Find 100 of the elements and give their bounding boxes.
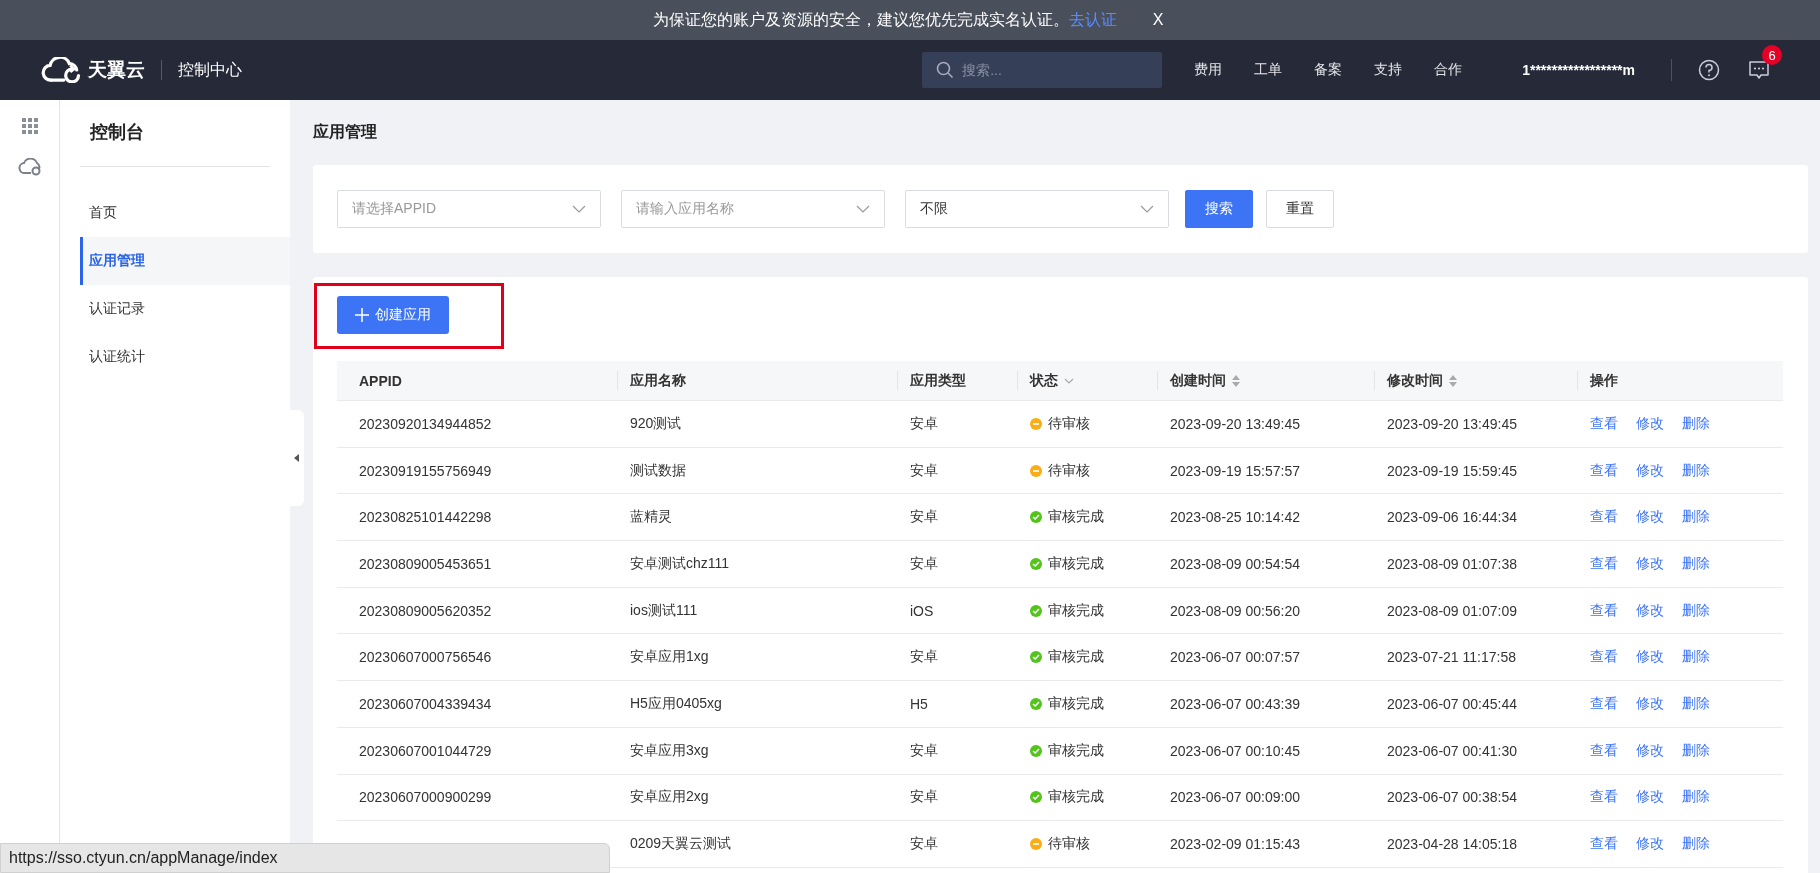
sidebar-item[interactable]: 认证统计 <box>60 333 290 381</box>
table-cell: 2023-06-07 00:45:44 <box>1387 695 1517 712</box>
column-header: 修改时间 <box>1374 371 1577 390</box>
nav-link[interactable]: 备案 <box>1314 61 1343 79</box>
chevron-down-icon <box>1140 205 1154 213</box>
action-link[interactable]: 删除 <box>1682 601 1710 620</box>
table-cell: 测试数据 <box>630 461 686 480</box>
action-link[interactable]: 查看 <box>1590 601 1618 620</box>
table-cell: 安卓 <box>910 414 938 433</box>
table-cell: 2023-09-06 16:44:34 <box>1387 509 1517 526</box>
action-link[interactable]: 查看 <box>1590 508 1618 527</box>
table-cell: 2023-06-07 00:41:30 <box>1387 742 1517 759</box>
action-link[interactable]: 修改 <box>1636 414 1664 433</box>
action-link[interactable]: 修改 <box>1636 461 1664 480</box>
sidebar-item[interactable]: 应用管理 <box>80 237 290 285</box>
action-link[interactable]: 查看 <box>1590 554 1618 573</box>
action-link[interactable]: 查看 <box>1590 694 1618 713</box>
table-cell: 2023-06-07 00:10:45 <box>1170 742 1300 759</box>
table-cell: H5应用0405xg <box>630 694 722 713</box>
table-cell: 2023-08-25 10:14:42 <box>1170 509 1300 526</box>
notice-text: 为保证您的账户及资源的安全，建议您优先完成实名认证。 <box>652 9 1069 30</box>
status-text: 审核完成 <box>1048 788 1104 807</box>
sidebar-item[interactable]: 认证记录 <box>60 285 290 333</box>
table-cell: 2023-06-07 00:09:00 <box>1170 789 1300 806</box>
cloud-icon[interactable] <box>17 158 42 176</box>
table-cell: 安卓应用1xg <box>630 648 709 667</box>
status-select[interactable]: 不限 <box>905 190 1169 228</box>
create-app-button[interactable]: 创建应用 <box>337 296 449 334</box>
table-cell: 2023-06-07 00:43:39 <box>1170 695 1300 712</box>
table-cell: 安卓 <box>910 461 938 480</box>
action-link[interactable]: 删除 <box>1682 461 1710 480</box>
verify-link[interactable]: 去认证 <box>1068 9 1117 31</box>
column-header: APPID <box>358 371 403 391</box>
table-cell: 20230607000900299 <box>359 789 492 806</box>
table-cell: H5 <box>910 695 928 712</box>
table-cell: 2023-02-09 01:15:43 <box>1170 836 1300 853</box>
action-link[interactable]: 删除 <box>1682 741 1710 760</box>
name-select[interactable]: 请输入应用名称 <box>621 190 885 228</box>
action-link[interactable]: 查看 <box>1590 414 1618 433</box>
status-text: 待审核 <box>1048 414 1090 433</box>
table-cell: 安卓 <box>910 648 938 667</box>
status-text: 审核完成 <box>1048 601 1104 620</box>
action-link[interactable]: 修改 <box>1636 788 1664 807</box>
action-link[interactable]: 查看 <box>1590 835 1618 854</box>
action-link[interactable]: 修改 <box>1636 694 1664 713</box>
message-icon[interactable] <box>1748 59 1770 81</box>
action-link[interactable]: 删除 <box>1682 414 1710 433</box>
column-header: 状态 <box>1017 371 1157 390</box>
sort-icon[interactable] <box>1449 374 1457 387</box>
status-text: 审核完成 <box>1048 554 1104 573</box>
action-link[interactable]: 修改 <box>1636 648 1664 667</box>
action-link[interactable]: 删除 <box>1682 554 1710 573</box>
message-count-badge: 6 <box>1762 45 1782 65</box>
action-link[interactable]: 查看 <box>1590 461 1618 480</box>
search-button[interactable]: 搜索 <box>1185 190 1253 228</box>
sidebar-item[interactable]: 首页 <box>60 189 290 237</box>
table-cell: 20230809005453651 <box>359 555 492 572</box>
sidebar-title: 控制台 <box>80 100 270 167</box>
table-cell: 安卓 <box>910 554 938 573</box>
nav-link[interactable]: 合作 <box>1434 61 1463 79</box>
nav-link[interactable]: 支持 <box>1374 61 1403 79</box>
action-link[interactable]: 修改 <box>1636 554 1664 573</box>
table-cell: 安卓 <box>910 741 938 760</box>
action-link[interactable]: 删除 <box>1682 788 1710 807</box>
table-cell: 2023-06-07 00:07:57 <box>1170 649 1300 666</box>
action-link[interactable]: 查看 <box>1590 788 1618 807</box>
apps-grid-icon[interactable] <box>21 118 38 134</box>
column-header: 应用类型 <box>897 371 1017 390</box>
action-link[interactable]: 删除 <box>1682 508 1710 527</box>
filter-caret-icon[interactable] <box>1064 377 1074 384</box>
column-header: 创建时间 <box>1157 371 1374 390</box>
appid-select[interactable]: 请选择APPID <box>337 190 601 228</box>
sort-icon[interactable] <box>1232 374 1240 387</box>
nav-link[interactable]: 工单 <box>1254 61 1283 79</box>
reset-button[interactable]: 重置 <box>1266 190 1334 228</box>
table-cell: 2023-08-09 00:56:20 <box>1170 602 1300 619</box>
status-text: 待审核 <box>1048 461 1090 480</box>
action-link[interactable]: 查看 <box>1590 741 1618 760</box>
account-name[interactable]: 1*****************m <box>1522 62 1635 78</box>
action-link[interactable]: 查看 <box>1590 648 1618 667</box>
table-cell: 2023-08-09 00:54:54 <box>1170 555 1300 572</box>
action-link[interactable]: 修改 <box>1636 741 1664 760</box>
action-link[interactable]: 修改 <box>1636 835 1664 854</box>
table-cell: 2023-08-09 01:07:09 <box>1387 602 1517 619</box>
search-icon <box>936 61 955 79</box>
collapse-handle[interactable] <box>290 410 304 506</box>
search-field[interactable]: 搜索... <box>922 52 1163 88</box>
action-link[interactable]: 修改 <box>1636 601 1664 620</box>
action-link[interactable]: 修改 <box>1636 508 1664 527</box>
nav-link[interactable]: 费用 <box>1194 61 1223 79</box>
table-cell: 20230607000756546 <box>359 649 492 666</box>
table-cell: 20230607001044729 <box>359 742 492 759</box>
action-link[interactable]: 删除 <box>1682 648 1710 667</box>
table-cell: iOS <box>910 602 934 619</box>
action-link[interactable]: 删除 <box>1682 694 1710 713</box>
action-link[interactable]: 删除 <box>1682 835 1710 854</box>
close-button[interactable]: X <box>1148 11 1168 29</box>
table-cell: 蓝精灵 <box>630 508 672 527</box>
table-cell: 安卓应用2xg <box>630 788 709 807</box>
help-icon[interactable] <box>1698 59 1720 81</box>
